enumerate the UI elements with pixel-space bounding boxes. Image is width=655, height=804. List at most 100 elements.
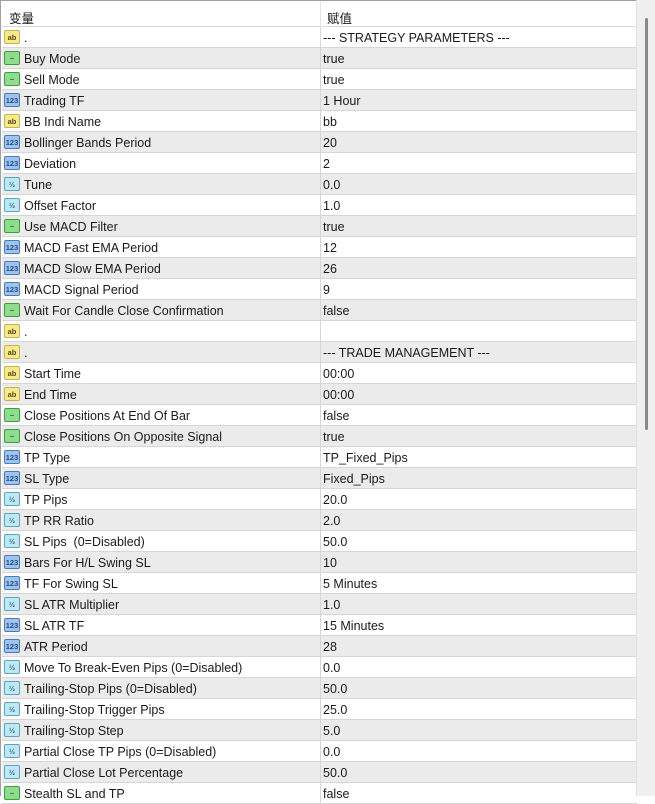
table-row[interactable]: ~ Stealth SL and TP false	[2, 783, 637, 804]
parameter-value[interactable]: TP_Fixed_Pips	[323, 451, 408, 465]
parameter-value[interactable]: 1.0	[323, 199, 340, 213]
table-row[interactable]: ½ Move To Break-Even Pips (0=Disabled) 0.0	[2, 657, 637, 678]
parameter-value[interactable]: 00:00	[323, 388, 354, 402]
parameter-name: TP Type	[24, 451, 71, 465]
parameter-value[interactable]: 10	[323, 556, 337, 570]
parameter-value[interactable]: 1.0	[323, 598, 340, 612]
bool-type-icon: ~	[4, 429, 20, 443]
parameter-value[interactable]: --- TRADE MANAGEMENT ---	[323, 346, 490, 360]
integer-type-icon: 123	[4, 282, 20, 296]
column-divider[interactable]	[320, 2, 321, 27]
parameter-name: Trailing-Stop Step	[24, 724, 124, 738]
parameter-value[interactable]: true	[323, 73, 345, 87]
table-row[interactable]: ~ Buy Mode true	[2, 48, 637, 69]
parameter-value[interactable]: 50.0	[323, 682, 347, 696]
cell-divider	[320, 699, 321, 719]
cell-divider	[320, 720, 321, 740]
parameter-value[interactable]: 25.0	[323, 703, 347, 717]
table-row[interactable]: ½ Tune 0.0	[2, 174, 637, 195]
integer-type-icon: 123	[4, 471, 20, 485]
table-row[interactable]: ½ Trailing-Stop Pips (0=Disabled) 50.0	[2, 678, 637, 699]
integer-type-icon: 123	[4, 618, 20, 632]
table-row[interactable]: ½ Trailing-Stop Step 5.0	[2, 720, 637, 741]
parameter-value[interactable]: --- STRATEGY PARAMETERS ---	[323, 31, 510, 45]
table-row[interactable]: 123 MACD Slow EMA Period 26	[2, 258, 637, 279]
table-row[interactable]: ½ TP Pips 20.0	[2, 489, 637, 510]
table-row[interactable]: ~ Wait For Candle Close Confirmation false	[2, 300, 637, 321]
integer-type-icon: 123	[4, 156, 20, 170]
column-header-value[interactable]: 赋值	[327, 8, 352, 27]
parameter-value[interactable]: 50.0	[323, 535, 347, 549]
table-row[interactable]: 123 Bars For H/L Swing SL 10	[2, 552, 637, 573]
table-row[interactable]: ab. --- TRADE MANAGEMENT ---	[2, 342, 637, 363]
parameter-value[interactable]: 1 Hour	[323, 94, 361, 108]
parameter-value[interactable]: Fixed_Pips	[323, 472, 385, 486]
parameter-value[interactable]: 2	[323, 157, 330, 171]
parameter-value[interactable]: 20	[323, 136, 337, 150]
parameter-value[interactable]: true	[323, 220, 345, 234]
table-row[interactable]: ½ Offset Factor 1.0	[2, 195, 637, 216]
parameter-value[interactable]: false	[323, 304, 349, 318]
table-row[interactable]: 123 MACD Fast EMA Period 12	[2, 237, 637, 258]
table-row[interactable]: 123 Deviation 2	[2, 153, 637, 174]
table-row[interactable]: 123 MACD Signal Period 9	[2, 279, 637, 300]
parameter-value[interactable]: 28	[323, 640, 337, 654]
parameter-value[interactable]: 26	[323, 262, 337, 276]
parameter-value[interactable]: bb	[323, 115, 337, 129]
parameter-value[interactable]: 0.0	[323, 178, 340, 192]
parameter-value[interactable]: 2.0	[323, 514, 340, 528]
parameter-value[interactable]: 0.0	[323, 745, 340, 759]
table-row[interactable]: 123 ATR Period 28	[2, 636, 637, 657]
table-row[interactable]: 123 SL Type Fixed_Pips	[2, 468, 637, 489]
parameter-value[interactable]: 20.0	[323, 493, 347, 507]
column-header-variable[interactable]: 变量	[9, 8, 34, 27]
parameter-value[interactable]: false	[323, 787, 349, 801]
table-row[interactable]: ab BB Indi Name bb	[2, 111, 637, 132]
parameter-value[interactable]: 00:00	[323, 367, 354, 381]
parameter-value[interactable]: 50.0	[323, 766, 347, 780]
cell-divider	[320, 447, 321, 467]
parameter-value[interactable]: false	[323, 409, 349, 423]
table-row[interactable]: ~ Close Positions At End Of Bar false	[2, 405, 637, 426]
parameter-value[interactable]: 9	[323, 283, 330, 297]
table-row[interactable]: ab Start Time 00:00	[2, 363, 637, 384]
parameter-value[interactable]: 5 Minutes	[323, 577, 377, 591]
table-row[interactable]: ab End Time 00:00	[2, 384, 637, 405]
table-row[interactable]: ~ Use MACD Filter true	[2, 216, 637, 237]
inputs-table: 变量 赋值 ab. --- STRATEGY PARAMETERS --- ~ Buy…	[0, 0, 655, 804]
parameter-name: ATR Period	[24, 640, 88, 654]
table-row[interactable]: ½ SL ATR Multiplier 1.0	[2, 594, 637, 615]
parameter-name: SL ATR Multiplier	[24, 598, 120, 612]
parameter-value[interactable]: 12	[323, 241, 337, 255]
parameter-value[interactable]: 5.0	[323, 724, 340, 738]
cell-divider	[320, 531, 321, 551]
parameter-value[interactable]: true	[323, 430, 345, 444]
table-row[interactable]: 123 Bollinger Bands Period 20	[2, 132, 637, 153]
table-row[interactable]: ½ Partial Close TP Pips (0=Disabled) 0.0	[2, 741, 637, 762]
parameter-value[interactable]: 0.0	[323, 661, 340, 675]
table-row[interactable]: ~ Sell Mode true	[2, 69, 637, 90]
table-row[interactable]: ab.	[2, 321, 637, 342]
table-row[interactable]: ½ Partial Close Lot Percentage 50.0	[2, 762, 637, 783]
table-row[interactable]: 123 SL ATR TF 15 Minutes	[2, 615, 637, 636]
table-row[interactable]: ½ Trailing-Stop Trigger Pips 25.0	[2, 699, 637, 720]
parameter-name: Bollinger Bands Period	[24, 136, 152, 150]
table-row[interactable]: ½ TP RR Ratio 2.0	[2, 510, 637, 531]
scrollbar-thumb[interactable]	[645, 18, 648, 430]
cell-divider	[320, 300, 321, 320]
parameter-name: Start Time	[24, 367, 81, 381]
table-row[interactable]: 123 TP Type TP_Fixed_Pips	[2, 447, 637, 468]
parameter-name: .	[24, 31, 28, 45]
bool-type-icon: ~	[4, 408, 20, 422]
table-row[interactable]: ab. --- STRATEGY PARAMETERS ---	[2, 27, 637, 48]
table-row[interactable]: 123 Trading TF 1 Hour	[2, 90, 637, 111]
cell-divider	[320, 426, 321, 446]
vertical-scrollbar[interactable]	[636, 0, 655, 796]
parameter-value[interactable]: 15 Minutes	[323, 619, 384, 633]
table-row[interactable]: 123 TF For Swing SL 5 Minutes	[2, 573, 637, 594]
parameter-name: Partial Close TP Pips (0=Disabled)	[24, 745, 217, 759]
table-row[interactable]: ~ Close Positions On Opposite Signal true	[2, 426, 637, 447]
parameter-value[interactable]: true	[323, 52, 345, 66]
double-type-icon: ½	[4, 765, 20, 779]
table-row[interactable]: ½ SL Pips (0=Disabled) 50.0	[2, 531, 637, 552]
